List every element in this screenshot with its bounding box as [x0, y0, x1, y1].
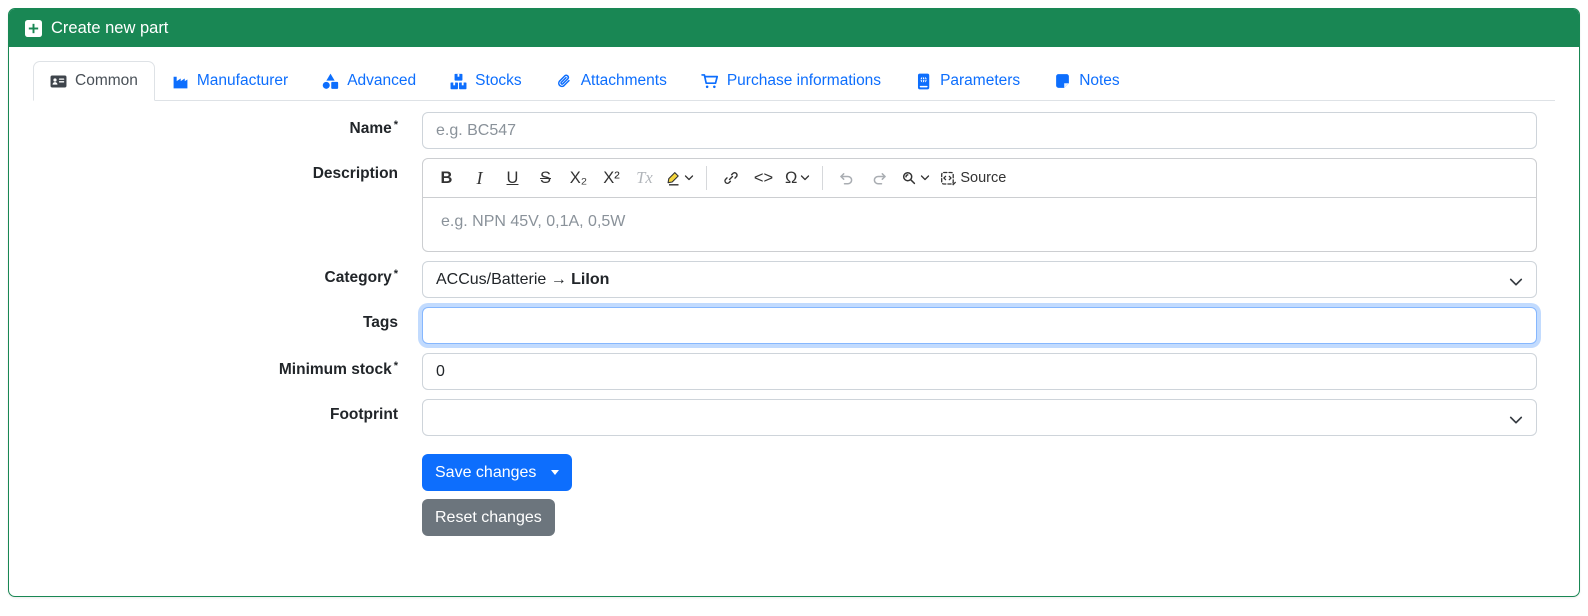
tab-label: Purchase informations	[726, 72, 882, 89]
category-value: ACCus/Batterie → LiIon	[436, 270, 610, 288]
required-marker: *	[393, 119, 398, 131]
remove-format-button: Tx	[636, 168, 653, 187]
minimum-stock-input[interactable]	[422, 353, 1537, 390]
tab-notes[interactable]: Notes	[1037, 61, 1137, 101]
underline-button[interactable]: U	[497, 163, 528, 193]
plus-square-icon	[25, 19, 42, 37]
chevron-down-icon	[801, 175, 810, 181]
italic-button[interactable]: I	[464, 163, 495, 193]
required-marker: *	[393, 360, 398, 372]
description-label: Description	[312, 165, 398, 182]
footprint-label: Footprint	[329, 406, 398, 423]
actions-row: Save changes Reset changes	[33, 454, 1537, 536]
tab-label: Notes	[1079, 72, 1120, 89]
name-label: Name *	[349, 119, 399, 137]
reset-label: Reset changes	[435, 508, 542, 526]
highlight-button[interactable]	[662, 163, 698, 193]
card-body: Common Manufacturer Advanced Stocks Atta…	[9, 47, 1579, 596]
book-icon	[915, 73, 932, 90]
source-icon	[941, 171, 957, 185]
create-part-card: Create new part Common Manufacturer Adva…	[8, 8, 1580, 597]
source-label: Source	[960, 170, 1007, 186]
name-input[interactable]	[422, 112, 1537, 149]
boxes-icon	[450, 73, 467, 90]
omega-glyph: Ω	[785, 168, 798, 187]
name-row: Name *	[33, 112, 1537, 149]
tab-label: Common	[75, 72, 138, 89]
category-row: Category * ACCus/Batterie → LiIon	[33, 261, 1537, 298]
special-character-button[interactable]: Ω	[781, 163, 814, 193]
link-button[interactable]	[715, 163, 746, 193]
part-form: Name* Description B I U S X₂ X² Tx	[33, 112, 1555, 545]
description-editable[interactable]: e.g. NPN 45V, 0,1A, 0,5W	[422, 198, 1537, 252]
page-title: Create new part	[51, 18, 169, 37]
tab-bar: Common Manufacturer Advanced Stocks Atta…	[33, 61, 1555, 101]
link-icon	[723, 172, 738, 184]
save-button[interactable]: Save changes	[422, 454, 573, 491]
category-select[interactable]: ACCus/Batterie → LiIon	[422, 261, 1537, 298]
tags-label: Tags	[362, 314, 398, 331]
required-marker: *	[393, 268, 398, 280]
editor-toolbar: B I U S X₂ X² Tx <> Ω Source	[422, 158, 1537, 198]
source-button[interactable]: Source	[936, 163, 1010, 193]
footprint-row: Footprint	[33, 399, 1537, 436]
factory-icon	[172, 73, 189, 90]
category-label: Category *	[324, 268, 398, 286]
bold-button[interactable]: B	[431, 163, 462, 193]
tags-row: Tags	[33, 307, 1537, 344]
description-placeholder: e.g. NPN 45V, 0,1A, 0,5W	[441, 213, 626, 230]
code-button[interactable]: <>	[748, 163, 779, 193]
chevron-down-icon	[684, 175, 694, 181]
toolbar-divider	[706, 166, 707, 190]
footprint-select[interactable]	[422, 399, 1537, 436]
tab-advanced[interactable]: Advanced	[305, 61, 433, 101]
tab-label: Advanced	[347, 72, 417, 89]
chevron-down-icon	[1509, 274, 1523, 292]
undo-icon	[840, 172, 853, 184]
superscript-button[interactable]: X²	[596, 163, 627, 193]
subscript-button[interactable]: X₂	[563, 163, 594, 193]
tab-manufacturer[interactable]: Manufacturer	[155, 61, 305, 101]
find-replace-button[interactable]	[897, 163, 934, 193]
tab-parameters[interactable]: Parameters	[898, 61, 1037, 101]
redo-icon	[874, 172, 887, 184]
undo-button	[831, 163, 862, 193]
minimum-stock-row: Minimum stock *	[33, 353, 1537, 390]
paperclip-icon	[556, 73, 573, 90]
tab-purchase-informations[interactable]: Purchase informations	[684, 61, 898, 101]
tab-label: Attachments	[580, 72, 667, 89]
minimum-stock-label: Minimum stock *	[278, 360, 398, 378]
save-label: Save changes	[435, 463, 537, 481]
shapes-icon	[322, 73, 339, 90]
description-editor: B I U S X₂ X² Tx <> Ω Source e.g. NPN 45…	[422, 158, 1537, 252]
tab-label: Manufacturer	[196, 72, 289, 89]
tab-stocks[interactable]: Stocks	[433, 61, 539, 101]
reset-button[interactable]: Reset changes	[422, 499, 555, 536]
tab-attachments[interactable]: Attachments	[539, 61, 684, 101]
caret-down-icon[interactable]	[551, 470, 560, 475]
card-header: Create new part	[9, 9, 1579, 47]
sticky-note-icon	[1054, 73, 1071, 90]
chevron-down-icon	[1509, 412, 1523, 430]
marker-icon	[667, 171, 679, 186]
tags-input[interactable]	[422, 307, 1537, 344]
chevron-down-icon	[921, 175, 930, 181]
strikethrough-button[interactable]: S	[530, 163, 561, 193]
description-row: Description B I U S X₂ X² Tx <> Ω Source…	[33, 158, 1537, 252]
tab-common[interactable]: Common	[33, 61, 155, 101]
toolbar-divider	[822, 166, 824, 190]
tab-label: Parameters	[940, 72, 1021, 89]
redo-button	[864, 163, 895, 193]
id-card-icon	[50, 73, 67, 90]
magnifier-icon	[903, 171, 916, 185]
tab-label: Stocks	[475, 72, 522, 89]
cart-icon	[701, 73, 719, 90]
